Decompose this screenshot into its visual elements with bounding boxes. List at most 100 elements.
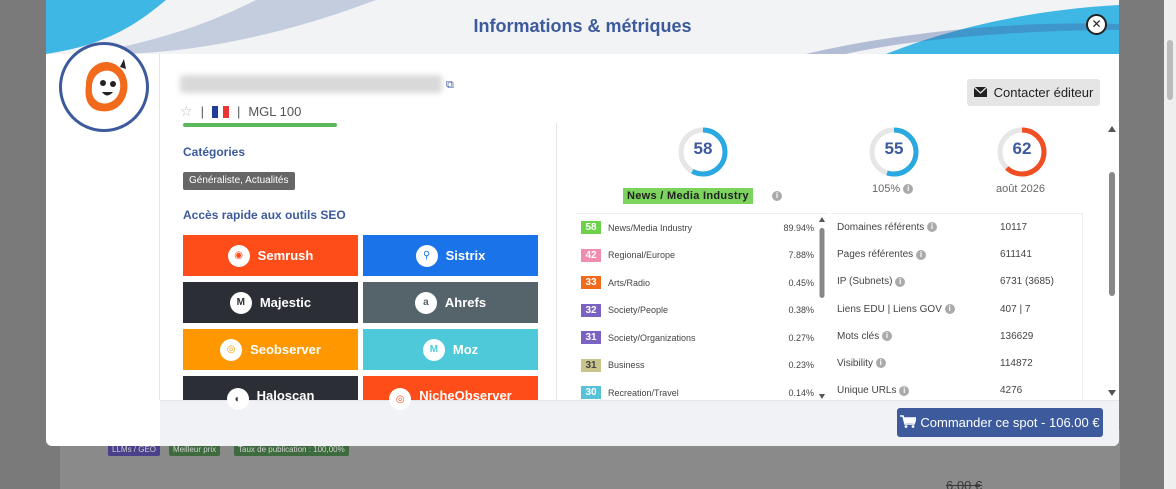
metric-value: 10117 bbox=[1000, 222, 1028, 233]
tool-button-moz[interactable]: M Moz bbox=[363, 329, 538, 370]
meta-separator-2: | bbox=[236, 104, 241, 119]
avatar-column bbox=[46, 42, 160, 400]
topic-percent: 89.94% bbox=[783, 222, 814, 233]
metric-row: Visibility i 114872 bbox=[831, 350, 1081, 377]
topic-percent: 0.38% bbox=[788, 305, 814, 315]
tool-button-nicheobserver[interactable]: ◎ NicheObserver bbox=[363, 376, 538, 410]
order-spot-button[interactable]: Commander ce spot - 106.00 € bbox=[897, 408, 1103, 437]
metric-value: 4276 bbox=[1000, 385, 1023, 397]
meta-separator: | bbox=[200, 104, 204, 119]
tool-button-majestic[interactable]: M Majestic bbox=[183, 282, 358, 323]
metric-row: Domaines référents i 10117 bbox=[831, 214, 1081, 241]
topic-row: 33 Arts/Radio 0.45% bbox=[576, 269, 814, 296]
gauge-trust: 58 bbox=[677, 126, 729, 178]
page-scrollbar[interactable] bbox=[1164, 0, 1176, 489]
topic-score: 42 bbox=[581, 248, 601, 262]
info-icon[interactable]: i bbox=[895, 276, 906, 287]
external-link-icon[interactable]: ⧉ bbox=[446, 79, 454, 92]
topic-row: 31 Business 0.23% bbox=[576, 352, 814, 379]
gauge-citation-value: 55 bbox=[884, 139, 904, 158]
tool-button-ahrefs[interactable]: a Ahrefs bbox=[363, 282, 538, 323]
topic-row: 42 Regional/Europe 7.88% bbox=[576, 242, 814, 269]
info-icon[interactable]: i bbox=[882, 331, 893, 342]
topic-percent: 0.23% bbox=[788, 360, 814, 370]
gauge-date-value: 62 bbox=[1012, 139, 1032, 158]
info-icon[interactable]: i bbox=[915, 249, 926, 260]
topic-row: 58 News/Media Industry 89.94% bbox=[576, 214, 814, 241]
tool-button-sistrix[interactable]: ⚲ Sistrix bbox=[363, 235, 538, 276]
info-icon[interactable]: i bbox=[927, 222, 938, 233]
topic-name: Regional/Europe bbox=[608, 250, 676, 260]
column-divider bbox=[556, 123, 557, 400]
seobserver-icon: ◎ bbox=[220, 338, 243, 361]
haloscan-icon: ◐ bbox=[226, 388, 249, 410]
gauge-trust-value: 58 bbox=[693, 139, 713, 158]
score-bar bbox=[183, 123, 337, 127]
tool-button-label: Seobserver bbox=[250, 342, 321, 357]
info-icon[interactable]: i bbox=[903, 184, 914, 195]
info-icon[interactable]: i bbox=[772, 191, 782, 201]
topic-percent: 0.14% bbox=[788, 387, 814, 398]
content-scrollbar[interactable] bbox=[1106, 124, 1118, 400]
topic-badge: News / Media Industry bbox=[623, 188, 753, 204]
modal-header: Informations & métriques ✕ bbox=[46, 0, 1119, 54]
metric-value: 407 | 7 bbox=[1000, 303, 1031, 315]
info-icon[interactable]: i bbox=[899, 385, 910, 396]
metric-value: 136629 bbox=[1000, 330, 1034, 342]
cart-icon bbox=[900, 414, 918, 431]
seo-tools-title: Accès rapide aux outils SEO bbox=[183, 208, 346, 222]
metric-label: Pages référentes i bbox=[837, 249, 926, 260]
ghost-mascot-icon bbox=[85, 59, 128, 112]
metric-row: Mots clés i 136629 bbox=[831, 323, 1081, 350]
metric-value: 611141 bbox=[1000, 249, 1032, 261]
topic-percent: 0.45% bbox=[788, 277, 814, 288]
gauge-date: 62 bbox=[996, 126, 1048, 178]
metric-label: IP (Subnets) i bbox=[837, 276, 906, 287]
topic-name: Arts/Radio bbox=[608, 277, 651, 288]
metric-label: Liens EDU | Liens GOV i bbox=[837, 304, 955, 315]
topic-score: 33 bbox=[581, 276, 601, 289]
tool-button-semrush[interactable]: ◉ Semrush bbox=[183, 235, 358, 276]
mgl-score: MGL 100 bbox=[248, 104, 302, 119]
metric-row: Liens EDU | Liens GOV i 407 | 7 bbox=[831, 296, 1081, 323]
tool-button-seobserver[interactable]: ◎ Seobserver bbox=[183, 329, 358, 370]
moz-icon: M bbox=[422, 338, 445, 361]
topic-score: 32 bbox=[581, 303, 601, 317]
topic-score: 31 bbox=[581, 331, 601, 344]
site-meta-row: ☆ | | MGL 100 bbox=[180, 103, 301, 120]
categories-title: Catégories bbox=[183, 145, 246, 159]
info-icon[interactable]: i bbox=[944, 303, 955, 314]
metrics-table: Domaines référents i 10117 Pages référente… bbox=[831, 213, 1083, 400]
metric-label: Mots clés i bbox=[837, 331, 893, 342]
topic-percent: 7.88% bbox=[788, 250, 814, 260]
order-spot-label: Commander ce spot - 106.00 € bbox=[920, 415, 1100, 430]
topic-name: Recreation/Travel bbox=[608, 387, 679, 398]
tool-button-label: Sistrix bbox=[445, 248, 486, 263]
metric-row: IP (Subnets) i 6731 (3685) bbox=[831, 268, 1081, 295]
sistrix-search-icon: ⚲ bbox=[415, 244, 438, 267]
tool-button-label: Moz bbox=[452, 342, 479, 357]
gauge-citation-sub: 105% i bbox=[872, 183, 914, 195]
metric-label: Visibility i bbox=[837, 358, 886, 369]
metrics-modal: Informations & métriques ✕ ⧉ ☆ | | MGL 1… bbox=[46, 0, 1119, 446]
topic-score: 31 bbox=[581, 358, 601, 372]
category-tag: Généraliste, Actualités bbox=[183, 172, 295, 190]
topics-scrollbar[interactable] bbox=[818, 216, 826, 400]
site-url-blurred[interactable] bbox=[180, 75, 442, 93]
tool-button-haloscan[interactable]: ◐ Haloscan bbox=[183, 376, 358, 410]
info-icon[interactable]: i bbox=[875, 358, 886, 369]
favorite-star-icon[interactable]: ☆ bbox=[180, 103, 193, 120]
topic-name: Society/Organizations bbox=[608, 332, 696, 343]
metric-row: Pages référentes i 611141 bbox=[831, 241, 1081, 268]
topic-percent: 0.27% bbox=[788, 332, 814, 343]
tool-button-label: Haloscan bbox=[256, 388, 315, 403]
contact-editor-button[interactable]: Contacter éditeur bbox=[967, 79, 1100, 106]
topics-list: 58 News/Media Industry 89.94% 42 Regional/Eu… bbox=[576, 213, 828, 400]
metric-value: 114872 bbox=[1000, 358, 1033, 369]
close-icon[interactable]: ✕ bbox=[1086, 14, 1107, 35]
envelope-icon bbox=[973, 85, 988, 100]
tool-button-label: Ahrefs bbox=[444, 295, 487, 310]
gauge-citation: 55 bbox=[868, 126, 920, 178]
bg-price: 6.00 € bbox=[946, 478, 983, 489]
tool-button-label: NicheObserver bbox=[419, 388, 512, 403]
